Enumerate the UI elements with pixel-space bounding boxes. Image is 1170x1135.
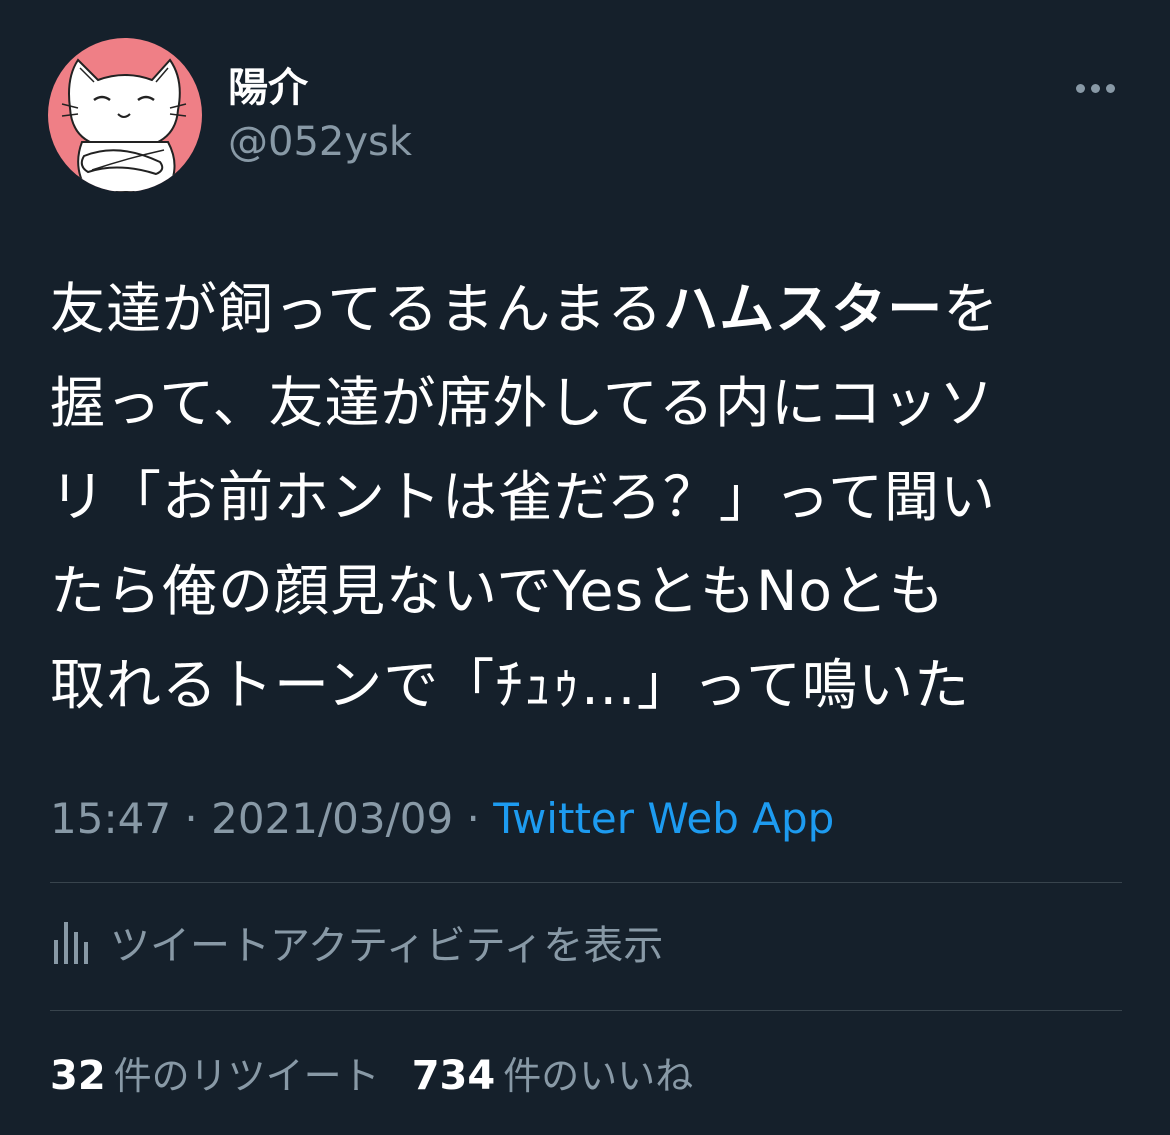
tweet-text-line: たら俺の顔見ないでYesともNoとも — [50, 559, 945, 623]
tweet-text-segment: 友達が飼ってるまんまる — [50, 277, 664, 341]
meta-separator: · — [171, 794, 212, 843]
more-horizontal-icon — [1090, 83, 1100, 93]
cat-avatar-icon — [61, 58, 187, 192]
likes-stat[interactable]: 734 件のいいね — [412, 1045, 694, 1100]
likes-label: 件のいいね — [503, 1053, 694, 1098]
user-handle[interactable]: @052ysk — [228, 116, 412, 168]
tweet-text-bold: ハムスター — [663, 277, 944, 341]
activity-label: ツイートアクティビティを表示 — [110, 923, 664, 969]
retweets-label: 件のリツイート — [113, 1053, 380, 1098]
more-horizontal-icon — [1075, 83, 1085, 93]
tweet-stats: 32 件のリツイート 734 件のいいね — [50, 1044, 725, 1100]
tweet-meta: 15:47 · 2021/03/09 · Twitter Web App — [50, 792, 834, 846]
tweet-text-line: 友達が飼ってるまんまるハムスターを — [50, 262, 1130, 356]
avatar[interactable] — [48, 38, 202, 192]
retweets-count: 32 — [50, 1052, 106, 1099]
more-horizontal-icon — [1105, 83, 1115, 93]
likes-count: 734 — [411, 1052, 496, 1099]
tweet-text-segment: を — [943, 277, 1000, 341]
display-name[interactable]: 陽介 — [228, 62, 308, 114]
tweet-time[interactable]: 15:47 — [50, 794, 171, 843]
tweet-text-line: 握って、友達が席外してる内にコッソ — [50, 371, 995, 435]
bar-chart-icon — [50, 918, 90, 966]
tweet-text: 友達が飼ってるまんまるハムスターを 握って、友達が席外してる内にコッソ リ「お前… — [50, 262, 1130, 732]
tweet-detail: 陽介 @052ysk 友達が飼ってるまんまるハムスターを 握って、友達が席外して… — [0, 0, 1170, 1135]
tweet-text-line: リ「お前ホントは雀だろ？」って聞い — [50, 465, 996, 529]
divider — [50, 882, 1122, 883]
tweet-source-link[interactable]: Twitter Web App — [493, 794, 834, 843]
more-button[interactable] — [1068, 72, 1122, 104]
meta-separator: · — [453, 794, 494, 843]
tweet-date[interactable]: 2021/03/09 — [211, 794, 453, 843]
retweets-stat[interactable]: 32 件のリツイート — [50, 1045, 380, 1100]
divider — [50, 1010, 1122, 1011]
tweet-activity-link[interactable]: ツイートアクティビティを表示 — [50, 912, 663, 972]
tweet-text-line: 取れるトーンで「ﾁｭｩ…」って鳴いた — [50, 653, 971, 717]
